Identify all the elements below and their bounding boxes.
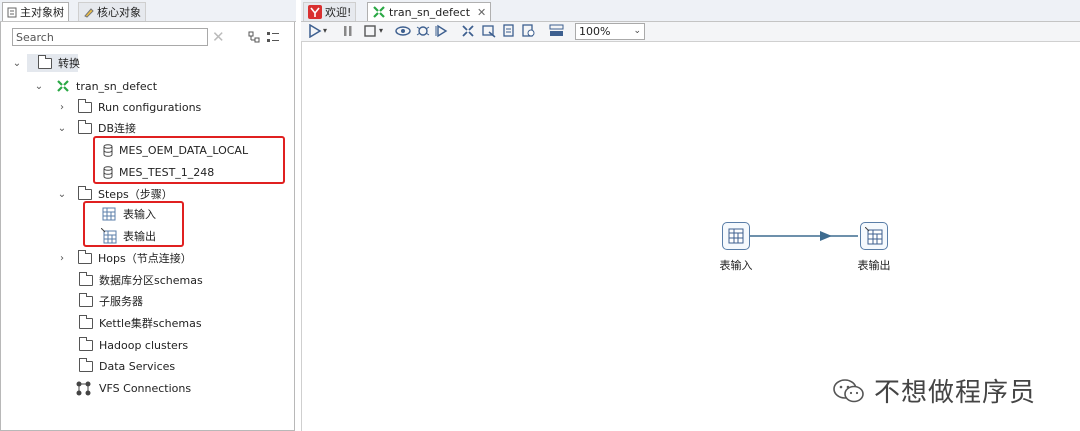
- chevron-right-icon[interactable]: ›: [57, 253, 67, 264]
- tab-welcome[interactable]: 欢迎!: [303, 2, 357, 21]
- chevron-down-icon[interactable]: ⌄: [57, 123, 67, 134]
- replay-icon[interactable]: [434, 24, 450, 38]
- tree-db-connections-label: DB连接: [98, 122, 137, 135]
- editor-panel: 欢迎! tran_sn_defect ✕ ▾ ▾ 100% ⌄ 表输入 表输出 …: [301, 0, 1080, 431]
- tree-hadoop-label: Hadoop clusters: [99, 338, 189, 352]
- tree-transformation-label: tran_sn_defect: [76, 79, 158, 93]
- watermark-text: 不想做程序员: [874, 378, 1037, 408]
- tree-hops-label: Hops（节点连接）: [98, 252, 192, 265]
- folder-icon: [78, 185, 92, 200]
- stop-dropdown-icon[interactable]: ▾: [379, 26, 383, 35]
- tree-data-services[interactable]: Data Services: [79, 357, 175, 375]
- tree-run-configurations-label: Run configurations: [98, 100, 202, 114]
- step-table-output[interactable]: [860, 222, 888, 250]
- tree-vfs[interactable]: VFS Connections: [75, 379, 191, 397]
- tree-tab-icon: [7, 7, 17, 17]
- folder-icon: [78, 249, 92, 264]
- preview-icon[interactable]: [395, 24, 411, 38]
- pencil-icon: [84, 7, 94, 18]
- folder-icon: [78, 119, 92, 134]
- tree-db-connections[interactable]: ⌄ DB连接: [57, 119, 136, 137]
- zoom-select[interactable]: 100% ⌄: [575, 23, 645, 40]
- collapse-all-icon[interactable]: [248, 31, 261, 43]
- table-input-icon: [728, 228, 744, 244]
- pause-icon[interactable]: [343, 24, 353, 38]
- tree-slave-servers-label: 子服务器: [99, 295, 143, 308]
- explore-db-icon[interactable]: [521, 24, 537, 38]
- search-input[interactable]: [12, 28, 208, 46]
- tree-data-services-label: Data Services: [99, 359, 176, 373]
- tab-tran-sn-defect[interactable]: tran_sn_defect ✕: [367, 2, 492, 21]
- tree-steps-label: Steps（步骤）: [98, 188, 173, 201]
- editor-toolbar: ▾ ▾ 100% ⌄: [301, 22, 1080, 42]
- step-table-output-label: 表输出: [857, 259, 891, 272]
- tree-vfs-label: VFS Connections: [99, 381, 192, 395]
- clear-search-icon[interactable]: ✕: [212, 29, 225, 45]
- watermark: 不想做程序员: [832, 372, 1036, 409]
- show-results-icon[interactable]: [549, 24, 565, 38]
- left-panel: 主对象树 核心对象 ✕ ⌄ 转换 ⌄ tran_sn_defect › Run …: [0, 0, 296, 431]
- tab-main-object-tree-label: 主对象树: [20, 6, 64, 19]
- tree-transformation[interactable]: ⌄ tran_sn_defect: [34, 77, 157, 95]
- transformation-icon: [57, 80, 69, 92]
- tab-core-objects-label: 核心对象: [97, 6, 141, 19]
- tree-kettle-cluster-label: Kettle集群schemas: [99, 317, 202, 330]
- hop-arrow-icon: [820, 231, 832, 241]
- transformation-canvas[interactable]: 表输入 表输出 不想做程序员: [301, 42, 1080, 431]
- tab-core-objects[interactable]: 核心对象: [78, 2, 146, 21]
- folder-icon: [79, 314, 93, 329]
- close-tab-icon[interactable]: ✕: [477, 6, 486, 19]
- tree-partition-schemas-label: 数据库分区schemas: [99, 274, 203, 287]
- steps-highlight-box: [83, 201, 184, 247]
- tree-hadoop[interactable]: Hadoop clusters: [79, 336, 188, 354]
- expand-all-icon[interactable]: [266, 31, 280, 43]
- step-table-input[interactable]: [722, 222, 750, 250]
- stop-icon[interactable]: [363, 24, 377, 38]
- chevron-down-icon[interactable]: ⌄: [34, 81, 44, 92]
- tab-welcome-label: 欢迎!: [325, 6, 352, 19]
- search-row: ✕: [12, 28, 225, 46]
- tree-slave-servers[interactable]: 子服务器: [79, 292, 143, 310]
- run-icon[interactable]: [307, 24, 323, 38]
- chevron-right-icon[interactable]: ›: [57, 102, 67, 113]
- tree-kettle-cluster[interactable]: Kettle集群schemas: [79, 314, 202, 332]
- chevron-down-icon[interactable]: ⌄: [12, 58, 22, 69]
- editor-tabbar: 欢迎! tran_sn_defect ✕: [301, 0, 1080, 22]
- run-dropdown-icon[interactable]: ▾: [323, 26, 327, 35]
- folder-icon: [79, 357, 93, 372]
- folder-icon: [79, 292, 93, 307]
- verify-icon[interactable]: [461, 24, 477, 38]
- transformation-icon: [373, 6, 385, 18]
- wechat-logo-icon: [833, 378, 864, 402]
- welcome-icon: [308, 5, 322, 19]
- sql-icon[interactable]: [501, 24, 517, 38]
- folder-icon: [79, 271, 93, 286]
- tree-root[interactable]: ⌄ 转换: [12, 54, 80, 72]
- table-output-icon: [865, 227, 883, 245]
- debug-icon[interactable]: [415, 24, 431, 38]
- tree-root-label: 转换: [58, 57, 80, 70]
- vfs-connections-icon: [76, 381, 91, 396]
- tree-partition-schemas[interactable]: 数据库分区schemas: [79, 271, 203, 289]
- tree-hops[interactable]: › Hops（节点连接）: [57, 249, 192, 267]
- chevron-down-icon[interactable]: ⌄: [57, 189, 67, 200]
- tab-tran-sn-defect-label: tran_sn_defect: [389, 5, 471, 19]
- tree-run-configurations[interactable]: › Run configurations: [57, 98, 201, 116]
- zoom-value: 100%: [579, 25, 611, 38]
- impact-icon[interactable]: [481, 24, 497, 38]
- tab-main-object-tree[interactable]: 主对象树: [2, 2, 69, 21]
- folder-icon: [38, 54, 52, 69]
- step-table-input-label: 表输入: [719, 259, 753, 272]
- folder-icon: [79, 336, 93, 351]
- db-highlight-box: [93, 136, 285, 184]
- chevron-down-icon: ⌄: [633, 26, 641, 36]
- left-tabbar: 主对象树 核心对象: [0, 0, 296, 22]
- folder-icon: [78, 98, 92, 113]
